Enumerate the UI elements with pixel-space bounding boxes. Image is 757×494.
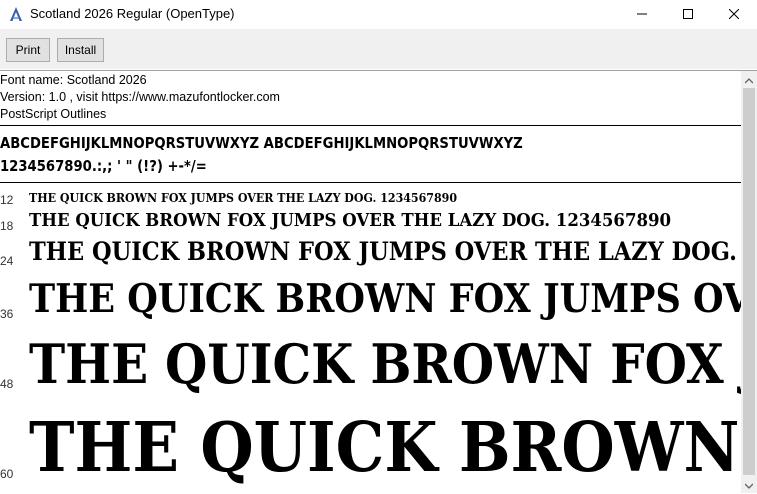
install-button[interactable]: Install (57, 38, 104, 62)
size-label-36: 36 (0, 307, 14, 321)
scroll-down-button[interactable] (741, 476, 757, 493)
scroll-up-button[interactable] (741, 71, 757, 88)
size-label-18: 18 (0, 219, 14, 233)
size-label-12: 12 (0, 193, 14, 207)
chevron-down-icon (744, 476, 754, 494)
toolbar: Print Install (0, 29, 757, 69)
sample-text-48: THE QUICK BROWN FOX JUMPS OVER THE LAZY … (29, 332, 741, 396)
version-line: Version: 1.0 , visit https://www.mazufon… (0, 90, 280, 104)
charset-divider (0, 182, 741, 183)
maximize-button[interactable] (665, 0, 711, 29)
size-label-60: 60 (0, 467, 14, 481)
title-bar: Scotland 2026 Regular (OpenType) (0, 0, 757, 29)
info-divider (0, 125, 741, 126)
scrollbar-thumb[interactable] (743, 88, 755, 475)
size-label-24: 24 (0, 254, 14, 268)
close-button[interactable] (711, 0, 757, 29)
font-viewer-icon (8, 6, 24, 22)
sample-text-60: THE QUICK BROWN FOX JUMPS OVER THE LAZY … (29, 408, 741, 488)
outline-type-line: PostScript Outlines (0, 107, 107, 121)
chevron-up-icon (744, 71, 754, 89)
sample-text-12: THE QUICK BROWN FOX JUMPS OVER THE LAZY … (29, 191, 458, 205)
close-icon (728, 6, 740, 24)
charset-symbols: 1234567890.:,; ' " (!?) +-*/= (0, 157, 207, 175)
font-name-line: Font name: Scotland 2026 (0, 73, 147, 87)
print-button[interactable]: Print (6, 38, 50, 62)
window-title: Scotland 2026 Regular (OpenType) (30, 6, 235, 21)
sample-text-36: THE QUICK BROWN FOX JUMPS OVER THE LAZY … (29, 276, 741, 322)
size-label-48: 48 (0, 377, 14, 391)
sample-text-18: THE QUICK BROWN FOX JUMPS OVER THE LAZY … (29, 210, 672, 231)
minimize-button[interactable] (619, 0, 665, 29)
sample-text-24: THE QUICK BROWN FOX JUMPS OVER THE LAZY … (29, 237, 741, 266)
minimize-icon (637, 6, 647, 24)
charset-letters: ABCDEFGHIJKLMNOPQRSTUVWXYZ ABCDEFGHIJKLM… (0, 134, 523, 152)
maximize-icon (683, 6, 693, 24)
vertical-scrollbar[interactable] (741, 71, 757, 493)
font-preview-pane: Font name: Scotland 2026 Version: 1.0 , … (0, 71, 741, 493)
